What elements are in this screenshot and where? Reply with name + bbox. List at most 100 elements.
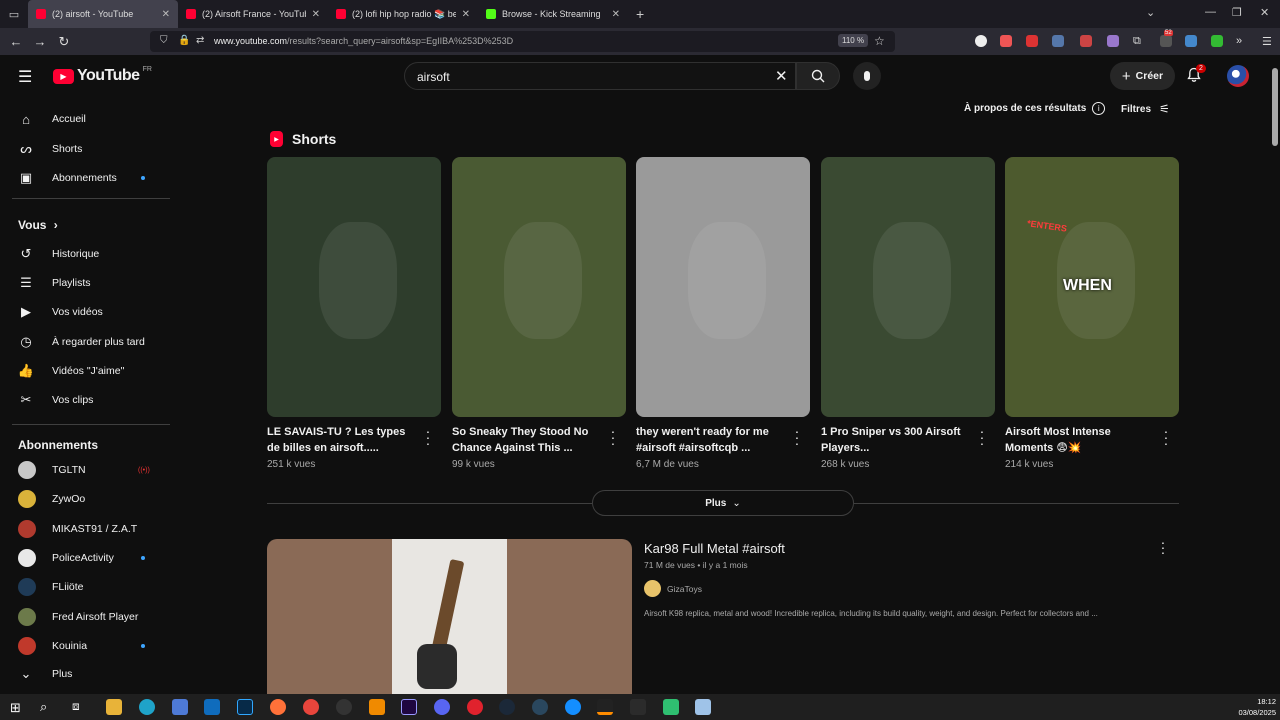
taskbar-search-icon[interactable]: ⌕ — [40, 699, 47, 715]
notifications-button[interactable]: 2 — [1186, 64, 1206, 87]
short-card[interactable]: 1 Pro Sniper vs 300 Airsoft Players... 26… — [821, 157, 995, 470]
filters-button[interactable]: Filtres ⚟ — [1121, 102, 1170, 116]
more-shorts-button[interactable]: Plus ⌄ — [592, 490, 854, 516]
short-thumbnail[interactable]: WHEN *ENTERS — [1005, 157, 1179, 417]
tab-close-icon[interactable]: ✕ — [612, 9, 620, 20]
app-terminal-icon[interactable] — [630, 699, 646, 715]
short-card[interactable]: WHEN *ENTERS Airsoft Most Intense Moments … — [1005, 157, 1179, 470]
photoshop-icon[interactable] — [237, 699, 253, 715]
guide-menu-icon[interactable]: ☰ — [18, 67, 32, 87]
firefox-icon[interactable] — [270, 699, 286, 715]
clock[interactable]: 18:12 03/08/2025 — [1232, 696, 1276, 718]
create-button[interactable]: + Créer — [1110, 62, 1175, 90]
voice-search-button[interactable] — [853, 62, 881, 90]
extensions-puzzle-icon[interactable]: ⧉ — [1133, 35, 1145, 47]
reload-icon[interactable]: ↻ — [52, 34, 76, 50]
sidebar-item-shorts[interactable]: ᔕ Shorts — [0, 135, 170, 163]
steam-icon[interactable] — [499, 699, 515, 715]
sidebar-item-kouinia[interactable]: Kouinia — [0, 632, 170, 660]
maximize-button[interactable]: ❐ — [1232, 6, 1242, 19]
browser-tab-0[interactable]: (2) airsoft - YouTube ✕ — [28, 0, 178, 28]
tab-list-icon[interactable]: ▭ — [0, 8, 28, 21]
search-input[interactable]: airsoft — [417, 70, 450, 84]
short-title[interactable]: 1 Pro Sniper vs 300 Airsoft Players... — [821, 424, 971, 456]
short-card[interactable]: LE SAVAIS-TU ? Les types de billes en ai… — [267, 157, 441, 470]
tab-overflow-icon[interactable]: ⌄ — [1146, 6, 1155, 19]
account-avatar[interactable] — [1227, 65, 1249, 87]
app-menu-icon[interactable]: ☰ — [1262, 35, 1274, 48]
url-text[interactable]: www.youtube.com/results?search_query=air… — [214, 36, 513, 46]
back-icon[interactable]: ← — [4, 34, 28, 49]
extension-puzzle-color-icon[interactable] — [1000, 35, 1012, 47]
app-active-green-icon[interactable] — [663, 699, 679, 715]
sidebar-item-vid-os-j-aime[interactable]: 👍 Vidéos "J'aime" — [0, 357, 170, 385]
short-title[interactable]: So Sneaky They Stood No Chance Against T… — [452, 424, 602, 456]
store-icon[interactable] — [172, 699, 188, 715]
outlook-icon[interactable] — [204, 699, 220, 715]
sidebar-item-vos-vid-os[interactable]: ▶ Vos vidéos — [0, 298, 170, 326]
clear-search-icon[interactable]: ✕ — [775, 67, 788, 85]
short-card[interactable]: they weren't ready for me #airsoft #airs… — [636, 157, 810, 470]
steam-alt-icon[interactable] — [532, 699, 548, 715]
search-button[interactable] — [796, 62, 840, 90]
sidebar-more-button[interactable]: ⌄ Plus — [0, 660, 170, 688]
short-title[interactable]: LE SAVAIS-TU ? Les types de billes en ai… — [267, 424, 417, 456]
vlc-icon[interactable] — [369, 699, 385, 715]
lock-icon[interactable]: 🔒 — [178, 35, 190, 46]
channel-name[interactable]: GizaToys — [667, 584, 702, 594]
video-menu-icon[interactable]: · · · — [1158, 535, 1168, 559]
extension-s-icon[interactable] — [975, 35, 987, 47]
short-thumbnail[interactable] — [636, 157, 810, 417]
tab-close-icon[interactable]: ✕ — [312, 9, 320, 20]
task-view-icon[interactable]: ⧈ — [72, 699, 80, 714]
new-tab-button[interactable]: + — [636, 6, 644, 22]
short-thumbnail[interactable] — [452, 157, 626, 417]
opera-icon[interactable] — [467, 699, 483, 715]
short-menu-icon[interactable]: · · · — [792, 424, 802, 450]
sidebar-item-regarder-plus-tard[interactable]: ◷ À regarder plus tard — [0, 328, 170, 356]
extension-purple-icon[interactable] — [1107, 35, 1119, 47]
sidebar-item-vos-clips[interactable]: ✂ Vos clips — [0, 386, 170, 414]
video-thumbnail[interactable] — [267, 539, 632, 694]
short-card[interactable]: So Sneaky They Stood No Chance Against T… — [452, 157, 626, 470]
sidebar-item-mikast91-z-a-t[interactable]: MIKAST91 / Z.A.T — [0, 515, 170, 543]
browser-tab-1[interactable]: (2) Airsoft France - YouTube ✕ — [178, 0, 328, 28]
notepad-icon[interactable] — [695, 699, 711, 715]
tab-close-icon[interactable]: ✕ — [462, 9, 470, 20]
channel-avatar[interactable] — [644, 580, 661, 597]
overflow-menu-icon[interactable]: » — [1236, 35, 1248, 47]
app-dark-icon[interactable] — [597, 699, 613, 715]
chrome-icon[interactable] — [303, 699, 319, 715]
windows-start-icon[interactable]: ⊞ — [10, 700, 21, 716]
about-results[interactable]: À propos de ces résultats i — [964, 102, 1106, 115]
sidebar-item-playlists[interactable]: ☰ Playlists — [0, 269, 170, 297]
url-bar[interactable]: ⛉ 🔒 ⇄ www.youtube.com/results?search_que… — [150, 31, 895, 52]
extension-badge-icon[interactable]: 52 — [1160, 30, 1173, 47]
sidebar-item-policeactivity[interactable]: PoliceActivity — [0, 544, 170, 572]
short-title[interactable]: Airsoft Most Intense Moments 😨💥 — [1005, 424, 1155, 456]
zoom-level[interactable]: 110 % — [838, 34, 869, 47]
short-thumbnail[interactable] — [267, 157, 441, 417]
browser-tab-2[interactable]: (2) lofi hip hop radio 📚 be ✕ — [328, 0, 478, 28]
sidebar-item-zywoo[interactable]: ZywOo — [0, 485, 170, 513]
extension-doc-icon[interactable] — [1185, 35, 1197, 47]
bookmark-star-icon[interactable]: ☆ — [874, 34, 885, 48]
scrollbar-thumb[interactable] — [1272, 68, 1278, 146]
video-title[interactable]: Kar98 Full Metal #airsoft — [644, 541, 785, 556]
youtube-logo[interactable]: ▶ YouTube FR — [53, 66, 152, 85]
short-menu-icon[interactable]: · · · — [1161, 424, 1171, 450]
extension-red-icon[interactable] — [1080, 35, 1092, 47]
you-section-title[interactable]: Vous › — [18, 218, 58, 232]
sidebar-item-abonnements[interactable]: ▣ Abonnements — [0, 164, 170, 192]
sidebar-item-tgltn[interactable]: TGLTN ((•)) — [0, 456, 170, 484]
search-box[interactable]: airsoft ✕ — [404, 62, 796, 90]
extension-green-icon[interactable] — [1211, 35, 1223, 47]
short-thumbnail[interactable] — [821, 157, 995, 417]
permissions-icon[interactable]: ⇄ — [196, 35, 204, 46]
tab-close-icon[interactable]: ✕ — [162, 9, 170, 20]
sidebar-item-historique[interactable]: ↺ Historique — [0, 240, 170, 268]
channel-row[interactable]: GizaToys — [644, 580, 702, 597]
obs-icon[interactable] — [336, 699, 352, 715]
page-scrollbar[interactable] — [1270, 60, 1280, 694]
browser-tab-3[interactable]: Browse - Kick Streaming ✕ — [478, 0, 628, 28]
